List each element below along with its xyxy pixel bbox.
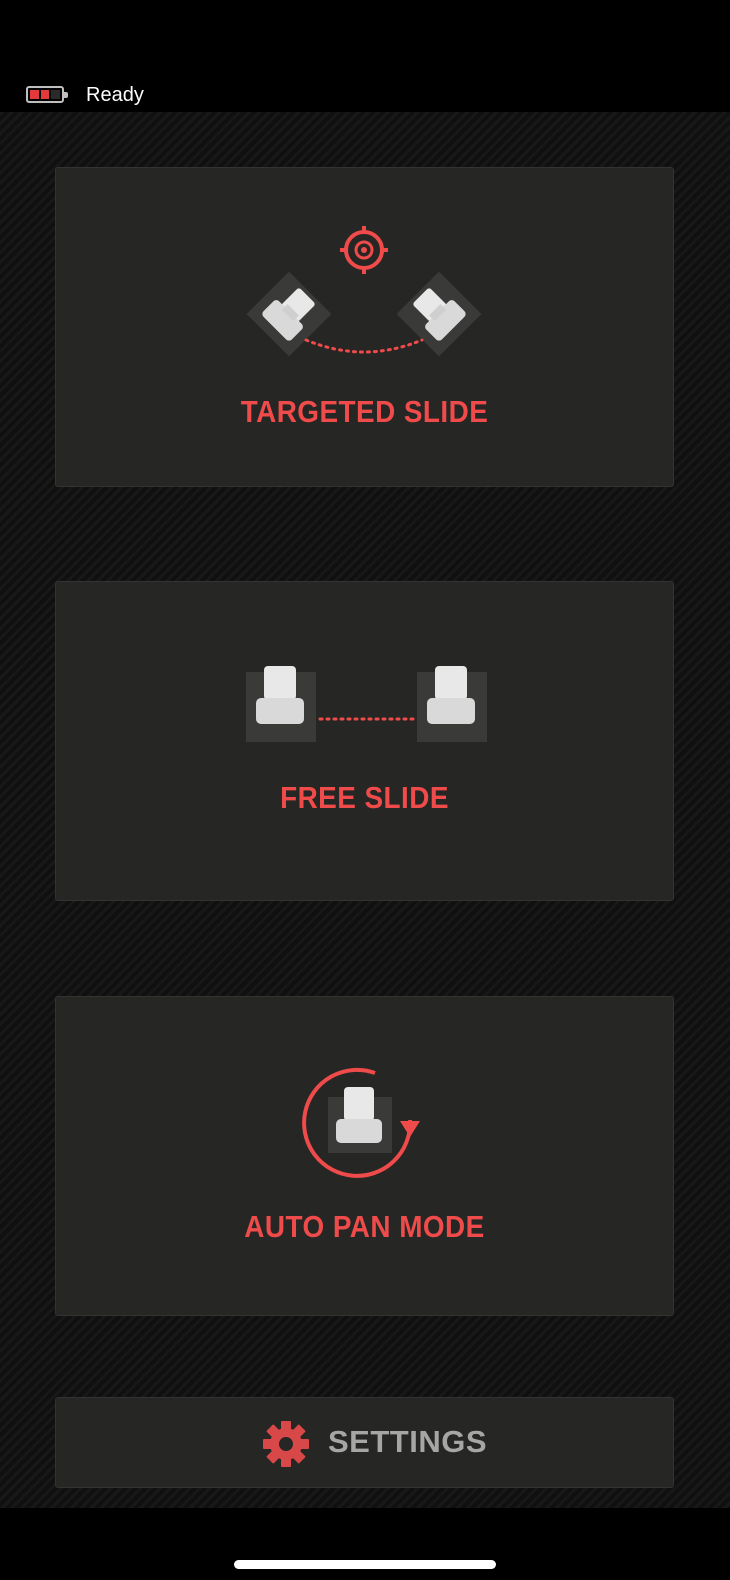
targeted-slide-icon — [246, 226, 482, 357]
status-bar: Ready — [0, 0, 730, 112]
target-icon — [340, 226, 388, 274]
app-screen: Ready TARGETED SLIDE FREE SLIDE AUTO PAN… — [0, 0, 730, 1580]
battery-low-icon — [26, 86, 68, 103]
home-bar-area — [0, 1508, 730, 1580]
free-slide-label: FREE SLIDE — [280, 780, 449, 815]
free-slide-button[interactable]: FREE SLIDE — [55, 581, 674, 901]
camera-left-icon — [246, 666, 316, 742]
auto-pan-mode-label: AUTO PAN MODE — [244, 1209, 485, 1244]
targeted-slide-label: TARGETED SLIDE — [240, 394, 489, 429]
auto-pan-mode-button[interactable]: AUTO PAN MODE — [55, 996, 674, 1316]
targeted-slide-button[interactable]: TARGETED SLIDE — [55, 167, 674, 487]
gear-icon — [263, 1421, 309, 1467]
settings-button[interactable]: SETTINGS — [55, 1397, 674, 1488]
connection-status-text: Ready — [86, 84, 144, 106]
home-indicator[interactable] — [234, 1560, 496, 1569]
mode-menu: TARGETED SLIDE FREE SLIDE AUTO PAN MODE … — [0, 112, 730, 1508]
free-slide-icon — [246, 666, 487, 742]
camera-right-icon — [417, 666, 487, 742]
auto-pan-icon — [302, 1067, 420, 1178]
settings-label: SETTINGS — [328, 1424, 488, 1459]
camera-icon — [328, 1087, 392, 1153]
